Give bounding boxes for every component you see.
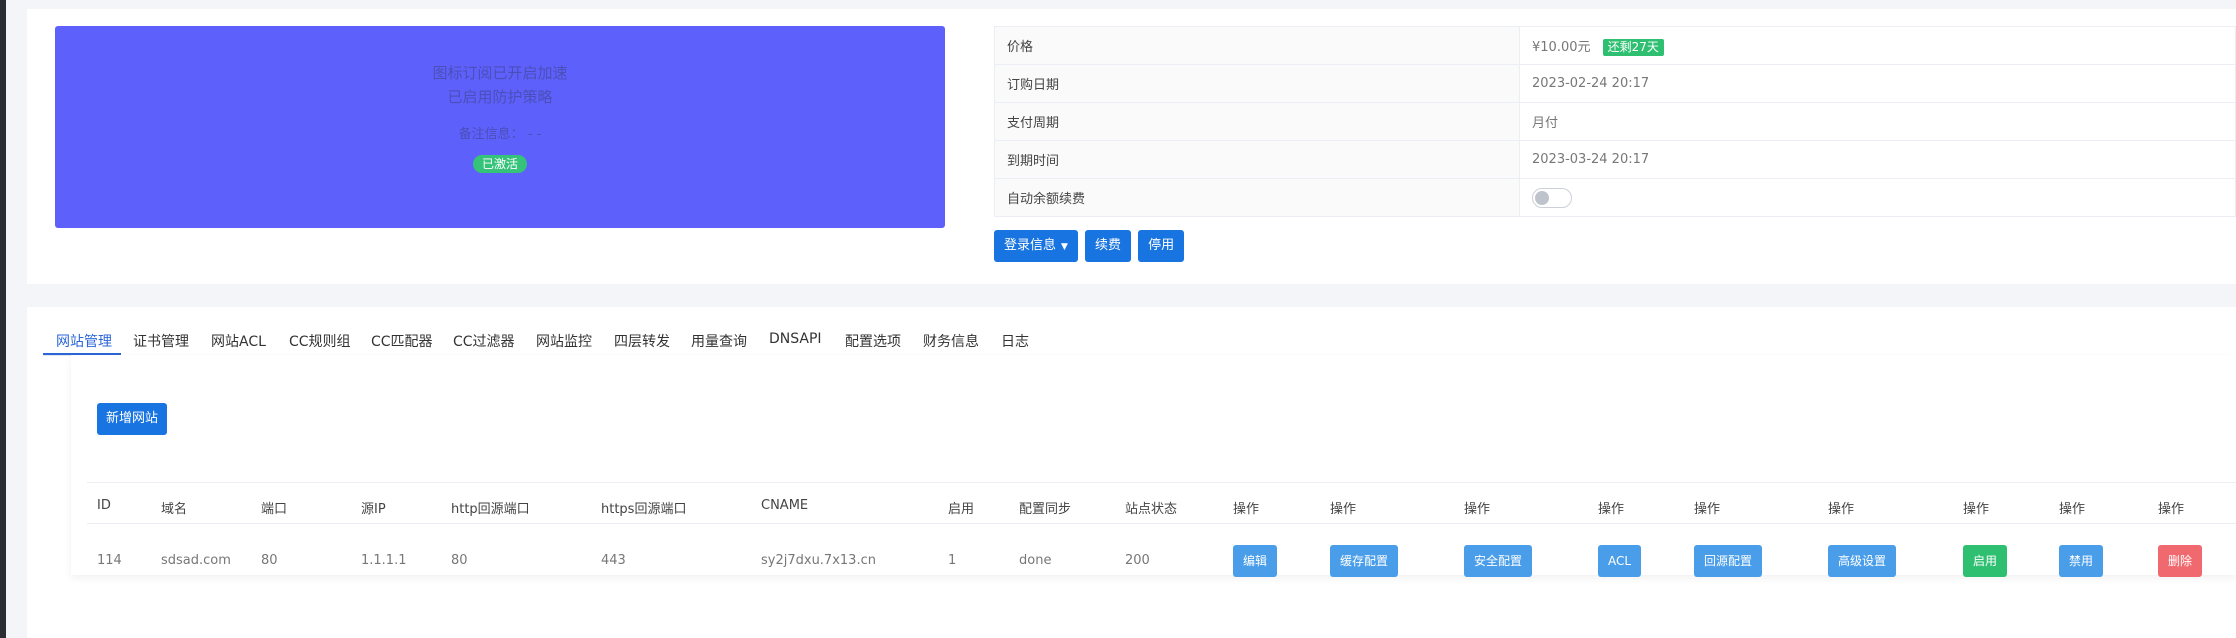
- cell-http-port: 80: [451, 553, 468, 568]
- col-header-domain: 域名: [161, 502, 188, 517]
- disable-site-button[interactable]: 禁用: [2059, 545, 2104, 577]
- cell-site-status: 200: [1125, 553, 1150, 568]
- security-config-button[interactable]: 安全配置: [1464, 545, 1533, 577]
- enable-site-button[interactable]: 启用: [1963, 545, 2008, 577]
- edit-site-button[interactable]: 编辑: [1233, 545, 1278, 577]
- cell-id: 114: [97, 553, 122, 568]
- col-header-https-port: https回源端口: [601, 502, 687, 517]
- tab-cc-matcher[interactable]: CC匹配器: [371, 331, 433, 351]
- remark-value: - -: [527, 127, 542, 142]
- site-management-panel: 新增网站 ID 域名 端口 源IP http回源端口 https回源端口 CNA…: [71, 355, 2236, 577]
- col-header-id: ID: [97, 498, 111, 513]
- toggle-knob: [1535, 190, 1549, 205]
- origin-config-button[interactable]: 回源配置: [1694, 545, 1763, 577]
- product-info-card: 图标订阅已开启加速 已启用防护策略 备注信息： - - 已激活 价格 ¥10.0…: [27, 9, 2236, 284]
- remark-label: 备注信息：: [458, 127, 524, 142]
- col-header-op-1: 操作: [1233, 502, 1260, 517]
- cell-enabled: 1: [948, 553, 957, 568]
- tab-certificate-management[interactable]: 证书管理: [133, 331, 189, 351]
- col-header-op-6: 操作: [1828, 502, 1855, 517]
- auto-renew-label: 自动余额续费: [994, 178, 1520, 217]
- tab-usage-query[interactable]: 用量查询: [691, 331, 747, 351]
- expire-label: 到期时间: [994, 140, 1520, 179]
- tab-cc-rule-group[interactable]: CC规则组: [289, 331, 351, 351]
- payment-cycle-label: 支付周期: [994, 102, 1520, 141]
- col-header-site-status: 站点状态: [1125, 502, 1178, 517]
- window-left-edge: [0, 0, 6, 638]
- product-info-table: 价格 ¥10.00元 还剩27天 订购日期 2023-02-24 20:17 支…: [994, 26, 2236, 217]
- expire-value: 2023-03-24 20:17: [1519, 140, 2236, 179]
- tab-l4-forwarding[interactable]: 四层转发: [614, 331, 670, 351]
- disable-service-button[interactable]: 停用: [1138, 230, 1185, 262]
- payment-cycle-row: 支付周期 月付: [994, 102, 2236, 141]
- price-cell: ¥10.00元 还剩27天: [1519, 26, 2236, 65]
- col-header-op-9: 操作: [2158, 502, 2185, 517]
- col-header-source-ip: 源IP: [361, 502, 386, 517]
- tab-config-options[interactable]: 配置选项: [845, 331, 901, 351]
- renew-button[interactable]: 续费: [1085, 230, 1132, 262]
- product-banner: 图标订阅已开启加速 已启用防护策略 备注信息： - - 已激活: [55, 26, 945, 228]
- banner-line-2: 已启用防护策略: [447, 88, 553, 106]
- tab-dnsapi[interactable]: DNSAPI: [769, 331, 822, 347]
- col-header-op-7: 操作: [1963, 502, 1990, 517]
- order-date-label: 订购日期: [994, 64, 1520, 103]
- table-top-divider: [87, 482, 2236, 483]
- tab-finance-info[interactable]: 财务信息: [923, 331, 979, 351]
- col-header-op-3: 操作: [1464, 502, 1491, 517]
- expire-row: 到期时间 2023-03-24 20:17: [994, 140, 2236, 179]
- col-header-enabled: 启用: [948, 502, 975, 517]
- cell-source-ip: 1.1.1.1: [361, 553, 407, 568]
- table-header-divider: [87, 523, 2236, 524]
- product-actions: 登录信息 ▼ 续费 停用: [994, 230, 1186, 262]
- col-header-op-5: 操作: [1694, 502, 1721, 517]
- add-site-button[interactable]: 新增网站: [97, 403, 168, 435]
- payment-cycle-value: 月付: [1519, 102, 2236, 141]
- order-date-value: 2023-02-24 20:17: [1519, 64, 2236, 103]
- col-header-http-port: http回源端口: [451, 502, 530, 517]
- login-info-label: 登录信息: [1004, 238, 1057, 253]
- cell-sync: done: [1019, 553, 1052, 568]
- col-header-port: 端口: [261, 502, 288, 517]
- order-date-row: 订购日期 2023-02-24 20:17: [994, 64, 2236, 103]
- cell-https-port: 443: [601, 553, 626, 568]
- auto-renew-toggle[interactable]: [1532, 187, 1572, 208]
- col-header-cname: CNAME: [761, 498, 809, 513]
- auto-renew-cell: [1519, 178, 2236, 217]
- tab-site-monitoring[interactable]: 网站监控: [536, 331, 592, 351]
- status-badge: 已激活: [472, 155, 527, 173]
- management-card: 网站管理 证书管理 网站ACL CC规则组 CC匹配器 CC过滤器 网站监控 四…: [27, 307, 2236, 638]
- advanced-settings-button[interactable]: 高级设置: [1828, 545, 1897, 577]
- tab-site-acl[interactable]: 网站ACL: [211, 331, 266, 351]
- chevron-down-icon: ▼: [1061, 242, 1068, 252]
- banner-line-1: 图标订阅已开启加速: [432, 64, 568, 82]
- cell-cname: sy2j7dxu.7x13.cn: [761, 553, 876, 568]
- cell-port: 80: [261, 553, 278, 568]
- acl-button[interactable]: ACL: [1598, 545, 1642, 577]
- price-row: 价格 ¥10.00元 还剩27天: [994, 26, 2236, 65]
- col-header-op-4: 操作: [1598, 502, 1625, 517]
- col-header-sync: 配置同步: [1019, 502, 1072, 517]
- price-value: ¥10.00元: [1532, 39, 1591, 55]
- remaining-days-badge: 还剩27天: [1602, 38, 1664, 56]
- delete-site-button[interactable]: 删除: [2158, 545, 2203, 577]
- cache-config-button[interactable]: 缓存配置: [1330, 545, 1399, 577]
- tab-logs[interactable]: 日志: [1001, 331, 1029, 351]
- cell-domain: sdsad.com: [161, 553, 231, 568]
- login-info-dropdown-button[interactable]: 登录信息 ▼: [994, 230, 1078, 262]
- auto-renew-row: 自动余额续费: [994, 178, 2236, 217]
- col-header-op-2: 操作: [1330, 502, 1357, 517]
- tab-site-management[interactable]: 网站管理: [56, 331, 112, 351]
- tab-cc-filter[interactable]: CC过滤器: [453, 331, 515, 351]
- price-label: 价格: [994, 26, 1520, 65]
- col-header-op-8: 操作: [2059, 502, 2086, 517]
- banner-remark: 备注信息： - -: [55, 125, 945, 145]
